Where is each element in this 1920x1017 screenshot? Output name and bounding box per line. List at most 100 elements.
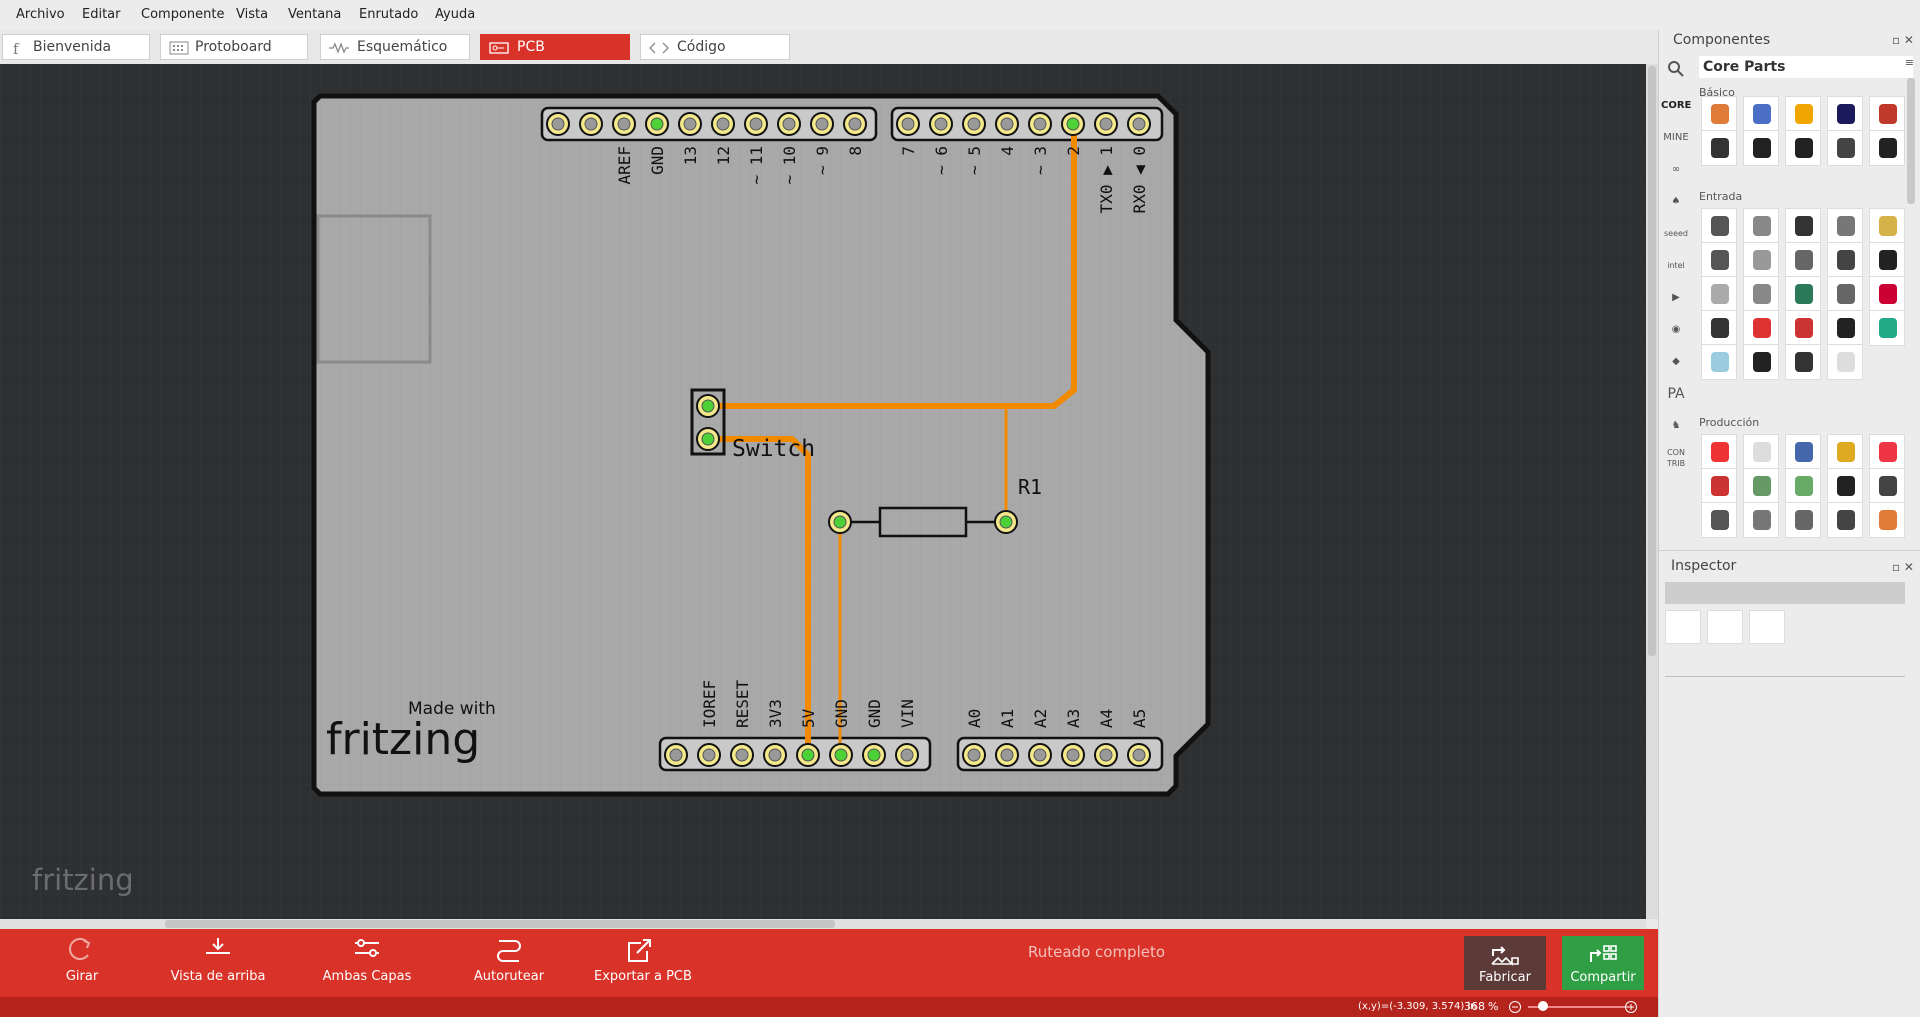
header-pin[interactable] — [1094, 112, 1118, 136]
part-item[interactable] — [1869, 276, 1905, 312]
part-item[interactable] — [1785, 96, 1821, 132]
part-item[interactable] — [1701, 276, 1737, 312]
header-pin[interactable] — [962, 112, 986, 136]
header-pin[interactable] — [1094, 743, 1118, 767]
menu-ventana[interactable]: Ventana — [288, 7, 341, 22]
part-item[interactable] — [1743, 130, 1779, 166]
part-item[interactable] — [1827, 276, 1863, 312]
part-item[interactable] — [1785, 344, 1821, 380]
pcb-canvas[interactable]: AREF GND 13 12 ~ 11 ~ 10 ~ 9 8 7 ~ 6 ~ 5 4 ~ 3 2 TX0 ▶… — [0, 64, 1646, 919]
header-pin[interactable] — [1028, 112, 1052, 136]
part-item[interactable] — [1701, 310, 1737, 346]
part-item[interactable] — [1827, 130, 1863, 166]
part-item[interactable] — [1827, 502, 1863, 538]
animal-bin-icon[interactable]: ♞ — [1661, 412, 1691, 440]
arduino-bin-icon[interactable]: ∞ — [1661, 156, 1691, 184]
part-item[interactable] — [1743, 208, 1779, 244]
part-item[interactable] — [1785, 242, 1821, 278]
part-item[interactable] — [1827, 344, 1863, 380]
part-item[interactable] — [1869, 468, 1905, 504]
part-item[interactable] — [1701, 242, 1737, 278]
resistor-pin[interactable] — [994, 510, 1018, 534]
vertical-scroll-thumb[interactable] — [1648, 66, 1656, 656]
play-bin-icon[interactable]: ▶ — [1661, 284, 1691, 312]
part-item[interactable] — [1869, 434, 1905, 470]
menu-archivo[interactable]: Archivo — [16, 7, 65, 22]
header-pin[interactable] — [579, 112, 603, 136]
part-item[interactable] — [1785, 130, 1821, 166]
part-item[interactable] — [1869, 502, 1905, 538]
rotate-button[interactable]: Girar — [52, 935, 112, 995]
sparkfun-bin-icon[interactable]: ♠ — [1661, 188, 1691, 216]
export-pcb-button[interactable]: Exportar a PCB — [594, 935, 692, 995]
part-item[interactable] — [1743, 96, 1779, 132]
header-pin[interactable] — [810, 112, 834, 136]
part-item[interactable] — [1701, 96, 1737, 132]
header-pin[interactable] — [896, 112, 920, 136]
part-item[interactable] — [1869, 96, 1905, 132]
header-pin[interactable] — [796, 743, 820, 767]
part-item[interactable] — [1827, 310, 1863, 346]
autoroute-button[interactable]: Autorutear — [466, 935, 552, 995]
header-pin[interactable] — [895, 743, 919, 767]
bin-core-tab[interactable]: CORE — [1661, 92, 1691, 120]
header-pin[interactable] — [862, 743, 886, 767]
header-pin[interactable] — [546, 112, 570, 136]
part-item[interactable] — [1743, 502, 1779, 538]
switch-pin[interactable] — [696, 427, 720, 451]
part-item[interactable] — [1785, 434, 1821, 470]
switch-pin[interactable] — [696, 394, 720, 418]
part-item[interactable] — [1743, 276, 1779, 312]
fabricate-button[interactable]: Fabricar — [1464, 936, 1546, 990]
part-item[interactable] — [1869, 208, 1905, 244]
components-panel-controls[interactable]: ▫ ✕ — [1892, 33, 1914, 47]
header-pin[interactable] — [777, 112, 801, 136]
bin-intel-tab[interactable]: intel — [1661, 252, 1691, 280]
header-pin[interactable] — [1127, 743, 1151, 767]
part-item[interactable] — [1743, 310, 1779, 346]
part-item[interactable] — [1869, 130, 1905, 166]
header-pin[interactable] — [995, 743, 1019, 767]
menu-ayuda[interactable]: Ayuda — [435, 7, 475, 22]
parts-scrollbar[interactable] — [1907, 78, 1915, 204]
tab-codigo[interactable]: Código — [640, 34, 790, 60]
part-item[interactable] — [1869, 242, 1905, 278]
header-pin[interactable] — [678, 112, 702, 136]
part-item[interactable] — [1827, 468, 1863, 504]
tab-esquematico[interactable]: Esquemático — [320, 34, 470, 60]
header-pin[interactable] — [1028, 743, 1052, 767]
menu-componente[interactable]: Componente — [141, 7, 224, 22]
header-pin[interactable] — [1061, 743, 1085, 767]
header-pin[interactable] — [962, 743, 986, 767]
header-pin[interactable] — [711, 112, 735, 136]
tab-protoboard[interactable]: Protoboard — [160, 34, 308, 60]
header-pin[interactable] — [744, 112, 768, 136]
horizontal-scroll-thumb[interactable] — [165, 920, 835, 928]
header-pin[interactable] — [730, 743, 754, 767]
top-view-button[interactable]: Vista de arriba — [168, 935, 268, 995]
tab-pcb[interactable]: PCB — [480, 34, 630, 60]
part-item[interactable] — [1701, 208, 1737, 244]
bin-pa-tab[interactable]: PA — [1661, 380, 1691, 408]
part-item[interactable] — [1743, 344, 1779, 380]
part-item[interactable] — [1701, 434, 1737, 470]
menu-vista[interactable]: Vista — [236, 7, 268, 22]
part-item[interactable] — [1827, 434, 1863, 470]
menu-enrutado[interactable]: Enrutado — [359, 7, 418, 22]
part-item[interactable] — [1827, 96, 1863, 132]
part-item[interactable] — [1701, 468, 1737, 504]
part-item[interactable] — [1827, 242, 1863, 278]
header-pin[interactable] — [929, 112, 953, 136]
part-item[interactable] — [1743, 468, 1779, 504]
inspector-controls[interactable]: ▫ ✕ — [1892, 560, 1914, 574]
part-item[interactable] — [1701, 130, 1737, 166]
bin-mine-tab[interactable]: MINE — [1661, 124, 1691, 152]
part-item[interactable] — [1827, 208, 1863, 244]
part-item[interactable] — [1785, 276, 1821, 312]
cat-bin-icon[interactable]: ◆ — [1661, 348, 1691, 376]
part-item[interactable] — [1869, 310, 1905, 346]
header-pin[interactable] — [829, 743, 853, 767]
header-pin[interactable] — [763, 743, 787, 767]
zoom-out-icon[interactable] — [1508, 1000, 1522, 1014]
header-pin[interactable] — [612, 112, 636, 136]
